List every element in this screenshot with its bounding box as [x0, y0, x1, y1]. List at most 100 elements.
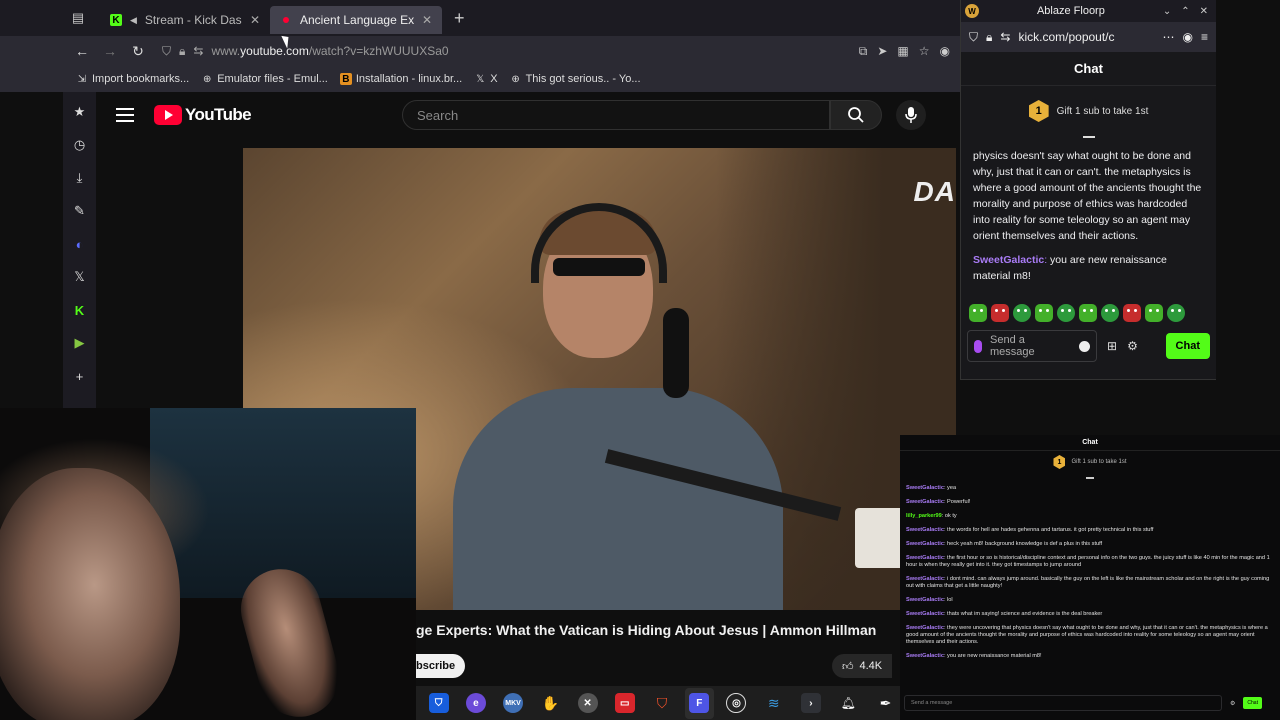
youtube-logo[interactable]: YouTube — [154, 105, 252, 125]
xbox-icon[interactable]: ✕ — [573, 688, 602, 719]
chat-message: SweetGalactic: you are new renaissance m… — [906, 653, 1042, 659]
overlay-chat-messages: SweetGalactic: yea SweetGalactic: Powerf… — [900, 483, 1280, 681]
rumble-icon[interactable]: ▶ — [70, 333, 90, 353]
account-icon[interactable]: ◉ — [940, 44, 950, 58]
notification-bell-icon[interactable]: 🔔︎ — [834, 688, 863, 719]
terminal-icon[interactable]: › — [796, 688, 825, 719]
account-icon[interactable]: ◉ — [1183, 30, 1193, 44]
bookmark-x[interactable]: 𝕏X — [474, 73, 497, 85]
bookmark-import[interactable]: ⇲ Import bookmarks... — [76, 73, 189, 85]
settings-gear-icon[interactable]: ⚙ — [1127, 339, 1138, 353]
brave-b-icon: B — [339, 73, 352, 85]
send-icon[interactable]: ➤ — [877, 44, 887, 58]
emoji-icon[interactable] — [1079, 340, 1090, 352]
bitwarden-icon[interactable]: ⛉ — [424, 688, 453, 719]
globe-icon: ⊕ — [511, 73, 520, 85]
emote-icon[interactable] — [1013, 304, 1031, 322]
thumbs-up-icon: 👍︎ — [842, 660, 854, 673]
address-bar[interactable]: ⛉ 🔒︎ ⇆ www.youtube.com/watch?v=kzhWUUUXS… — [162, 38, 852, 64]
permissions-icon[interactable]: ⇆ — [1000, 30, 1010, 44]
tab-youtube-video[interactable]: Ancient Language Experts ✕ — [270, 6, 442, 34]
shield-icon[interactable]: ⛉ — [969, 30, 978, 45]
gift-icon[interactable]: ⊞ — [1107, 339, 1117, 353]
popout-address-bar[interactable]: ⛉ 🔒︎ ⇆ kick.com/popout/c ⋯ ◉ ≡ — [961, 22, 1216, 52]
shield-icon[interactable]: ⛉ — [162, 44, 171, 59]
chevron-up-icon[interactable]: ⌃ — [1181, 6, 1189, 17]
reload-icon[interactable]: ↻ — [124, 37, 152, 65]
forward-arrow-icon[interactable]: → — [96, 37, 124, 65]
close-tab-icon[interactable]: ✕ — [422, 13, 432, 27]
floorp-taskbar-icon[interactable]: F — [684, 687, 714, 719]
pinned-toggle-icon[interactable] — [961, 136, 1216, 144]
search-icon — [848, 107, 864, 123]
emote-icon[interactable] — [1167, 304, 1185, 322]
kick-icon[interactable]: K — [70, 300, 90, 320]
downloads-icon[interactable]: ⤓ — [70, 168, 90, 188]
podcast-microphone — [663, 308, 689, 398]
emote-icon[interactable] — [1101, 304, 1119, 322]
emote-icon[interactable] — [969, 304, 987, 322]
channel-watermark: DANI — [913, 176, 956, 207]
browser-tab-bar: ▤ K ◀ Stream - Kick Dashboard ✕ Ancient … — [0, 0, 960, 36]
subscribe-button[interactable]: bscribe — [416, 654, 466, 678]
floorp-icon[interactable]: ◐ — [70, 234, 90, 254]
emote-icon[interactable] — [1145, 304, 1163, 322]
bookmark-youtube-video[interactable]: ⊕ This got serious.. - Yo... — [510, 73, 640, 85]
tab-list-icon[interactable]: ▤ — [60, 0, 96, 36]
pen-icon[interactable]: ✎ — [70, 201, 90, 221]
chat-heading: Chat — [961, 52, 1216, 86]
overlay-gift-banner: 1 Gift 1 sub to take 1st — [900, 451, 1280, 473]
new-tab-icon[interactable]: + — [454, 8, 465, 29]
chevron-down-icon[interactable]: ⌄ — [1163, 6, 1171, 17]
emote-icon[interactable] — [1123, 304, 1141, 322]
extension-icon[interactable]: ⧉ — [859, 44, 868, 59]
bookmarks-star-icon[interactable]: ★ — [70, 102, 90, 122]
search-button[interactable] — [830, 100, 882, 130]
permissions-icon[interactable]: ⇆ — [193, 44, 203, 58]
search-input[interactable]: Search — [402, 100, 830, 130]
bookmarks-bar: ⇲ Import bookmarks... ⊕ Emulator files - E… — [0, 66, 960, 92]
chat-username[interactable]: SweetGalactic — [973, 254, 1044, 266]
mute-icon[interactable]: ◀ — [130, 15, 137, 26]
flag-icon[interactable]: ▦ — [897, 44, 908, 58]
like-button[interactable]: 👍︎ 4.4K — [832, 654, 893, 678]
more-icon[interactable]: ⋯ — [1163, 30, 1175, 44]
brave-icon[interactable]: ⛉ — [647, 688, 676, 719]
lock-icon[interactable]: 🔒︎ — [986, 30, 992, 45]
emote-icon[interactable] — [1035, 304, 1053, 322]
voice-search-button[interactable] — [896, 100, 926, 130]
menu-hamburger-icon[interactable] — [116, 108, 134, 122]
edge-icon[interactable]: e — [461, 688, 490, 719]
x-logo-icon[interactable]: 𝕏 — [70, 267, 90, 287]
calendar-icon[interactable]: ▭ — [610, 688, 639, 719]
vscode-icon[interactable]: ≋ — [759, 688, 788, 719]
close-window-icon[interactable]: ✕ — [1200, 6, 1208, 17]
add-panel-icon[interactable]: + — [70, 366, 90, 386]
emote-icon[interactable] — [1079, 304, 1097, 322]
x-logo-icon: 𝕏 — [476, 73, 485, 85]
bookmark-star-icon[interactable]: ☆ — [919, 44, 930, 58]
back-arrow-icon[interactable]: ← — [68, 37, 96, 65]
lock-icon[interactable]: 🔒︎ — [179, 44, 185, 59]
menu-icon[interactable]: ≡ — [1201, 30, 1208, 44]
close-tab-icon[interactable]: ✕ — [250, 13, 260, 27]
microphone-icon[interactable] — [974, 339, 982, 353]
history-clock-icon[interactable]: ◷ — [70, 135, 90, 155]
emote-icon[interactable] — [991, 304, 1009, 322]
youtube-favicon-icon — [280, 14, 292, 26]
bookmark-installation[interactable]: B Installation - linux.br... — [339, 73, 462, 85]
chat-message: SweetGalactic: the words for hell are ha… — [906, 527, 1154, 533]
tab-kick-dashboard[interactable]: K ◀ Stream - Kick Dashboard ✕ — [100, 6, 270, 34]
kick-popout-window: W Ablaze Floorp ⌄ ⌃ ✕ ⛉ 🔒︎ ⇆ kick.com/po… — [960, 0, 1216, 380]
pen-tool-icon[interactable]: ✒ — [871, 688, 900, 719]
gift-sub-banner[interactable]: 1 Gift 1 sub to take 1st — [961, 86, 1216, 136]
emote-icon[interactable] — [1057, 304, 1075, 322]
mkv-icon[interactable]: MKV — [498, 688, 527, 719]
floorp-favicon-icon: W — [965, 4, 979, 18]
settings-gear-icon: ⚙ — [1230, 700, 1236, 707]
send-message-input[interactable]: Send a message — [967, 330, 1097, 362]
obs-icon[interactable]: ◎ — [722, 688, 751, 719]
wave-hand-icon[interactable]: ✋ — [536, 688, 565, 719]
chat-send-button[interactable]: Chat — [1165, 333, 1210, 359]
bookmark-emulator-files[interactable]: ⊕ Emulator files - Emul... — [201, 73, 328, 85]
